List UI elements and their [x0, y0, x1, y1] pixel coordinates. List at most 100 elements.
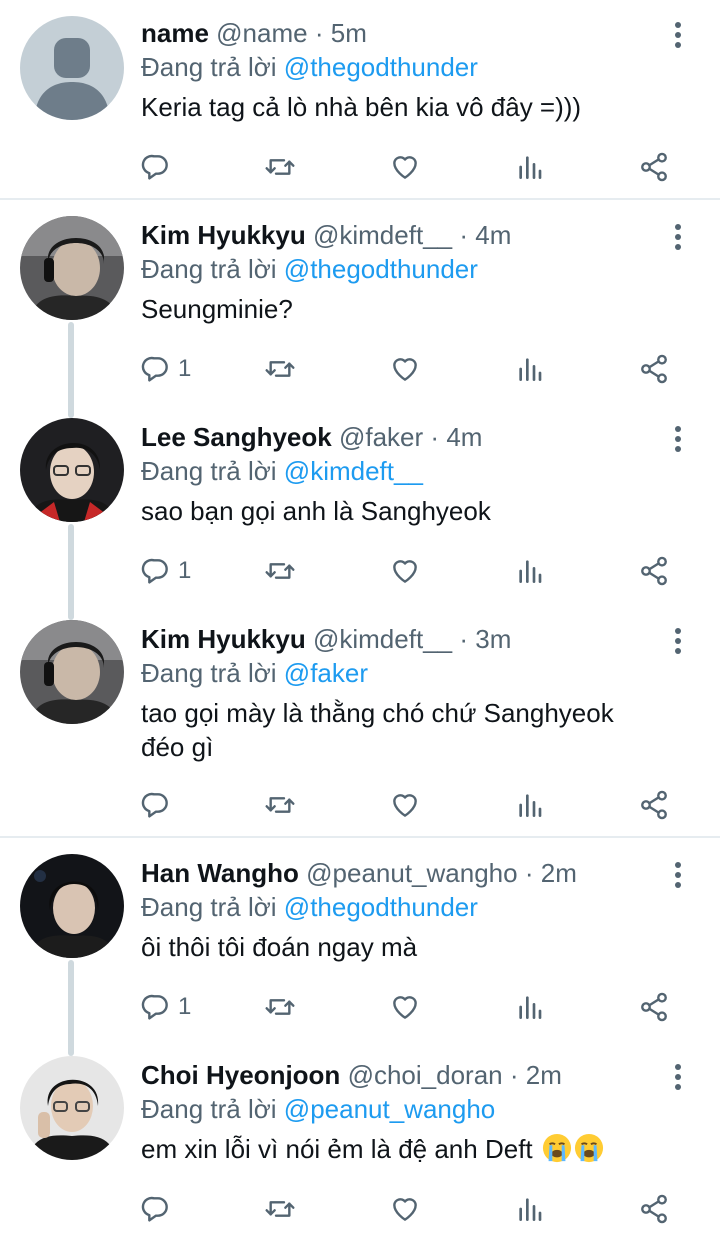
retweet-button[interactable] — [264, 349, 296, 389]
reply-button[interactable] — [140, 147, 178, 187]
timestamp[interactable]: 4m — [446, 422, 482, 452]
tweet-header: Kim Hyukkyu @kimdeft__ · 4m — [141, 218, 660, 252]
tweet[interactable]: Kim Hyukkyu @kimdeft__ · 4m Đang trả lời… — [0, 200, 720, 402]
replying-prefix: Đang trả lời — [141, 254, 277, 284]
avatar[interactable] — [20, 854, 124, 958]
reply-button[interactable]: 1 — [140, 987, 191, 1027]
display-name[interactable]: Choi Hyeonjoon — [141, 1060, 340, 1090]
tweet-header: Lee Sanghyeok @faker · 4m — [141, 420, 660, 454]
share-button[interactable] — [638, 1189, 670, 1229]
more-options-icon[interactable] — [670, 424, 686, 454]
replying-prefix: Đang trả lời — [141, 52, 277, 82]
timestamp[interactable]: 3m — [475, 624, 511, 654]
reply-icon — [141, 792, 168, 818]
retweet-button[interactable] — [264, 551, 296, 591]
like-button[interactable] — [389, 987, 421, 1027]
tweet-actions: 1 — [140, 987, 680, 1027]
user-handle[interactable]: @choi_doran — [348, 1060, 503, 1090]
stats-button[interactable] — [514, 1189, 546, 1229]
like-button[interactable] — [389, 551, 421, 591]
share-button[interactable] — [638, 551, 670, 591]
heart-icon — [393, 794, 417, 817]
avatar[interactable] — [20, 620, 124, 724]
like-button[interactable] — [389, 349, 421, 389]
more-options-icon[interactable] — [670, 20, 686, 50]
more-options-icon[interactable] — [670, 222, 686, 252]
display-name[interactable]: Kim Hyukkyu — [141, 220, 306, 250]
timestamp[interactable]: 5m — [331, 18, 367, 48]
tweet[interactable]: Lee Sanghyeok @faker · 4m Đang trả lời @… — [0, 402, 720, 604]
reply-count: 1 — [178, 355, 192, 382]
user-handle[interactable]: @peanut_wangho — [306, 858, 517, 888]
mention-link[interactable]: @kimdeft__ — [284, 456, 423, 486]
tweet[interactable]: Kim Hyukkyu @kimdeft__ · 3m Đang trả lời… — [0, 604, 720, 838]
share-button[interactable] — [638, 147, 670, 187]
mention-link[interactable]: @thegodthunder — [284, 254, 478, 284]
tweet-header: Choi Hyeonjoon @choi_doran · 2m — [141, 1058, 660, 1092]
user-handle[interactable]: @kimdeft__ — [313, 624, 452, 654]
tweet-header: name @name · 5m — [141, 16, 660, 50]
reply-button[interactable]: 1 — [140, 551, 191, 591]
tweet[interactable]: Choi Hyeonjoon @choi_doran · 2m Đang trả… — [0, 1040, 720, 1239]
separator-dot: · — [524, 858, 534, 888]
tweet[interactable]: Han Wangho @peanut_wangho · 2m Đang trả … — [0, 838, 720, 1040]
avatar[interactable] — [20, 1056, 124, 1160]
mention-link[interactable]: @thegodthunder — [284, 52, 478, 82]
reply-icon — [141, 994, 168, 1020]
tweet[interactable]: name @name · 5m Đang trả lời @thegodthun… — [0, 0, 720, 198]
display-name[interactable]: name — [141, 18, 209, 48]
stats-button[interactable] — [514, 551, 546, 591]
separator-dot: · — [459, 624, 468, 654]
reply-button[interactable] — [140, 785, 178, 825]
tweet-actions: 1 — [140, 349, 680, 389]
reply-icon — [141, 558, 168, 584]
avatar[interactable] — [20, 16, 124, 120]
display-name[interactable]: Lee Sanghyeok — [141, 422, 332, 452]
reply-button[interactable]: 1 — [140, 349, 191, 389]
stats-button[interactable] — [514, 987, 546, 1027]
mention-link[interactable]: @faker — [284, 658, 368, 688]
tweet-actions: 1 — [140, 551, 680, 591]
more-options-icon[interactable] — [670, 626, 686, 656]
share-button[interactable] — [638, 785, 670, 825]
separator-dot: · — [509, 1060, 519, 1090]
tweet-text: em xin lỗi vì nói ẻm là đệ anh Deft — [141, 1132, 660, 1166]
retweet-button[interactable] — [264, 785, 296, 825]
display-name[interactable]: Han Wangho — [141, 858, 299, 888]
user-handle[interactable]: @name — [216, 18, 307, 48]
timestamp[interactable]: 2m — [526, 1060, 562, 1090]
timestamp[interactable]: 4m — [475, 220, 511, 250]
share-button[interactable] — [638, 349, 670, 389]
display-name[interactable]: Kim Hyukkyu — [141, 624, 306, 654]
stats-icon — [519, 1198, 542, 1221]
stats-button[interactable] — [514, 785, 546, 825]
separator-dot: · — [314, 18, 324, 48]
replying-to: Đang trả lời @kimdeft__ — [141, 454, 660, 488]
share-icon — [641, 556, 667, 586]
retweet-button[interactable] — [264, 1189, 296, 1229]
mention-link[interactable]: @peanut_wangho — [284, 1094, 495, 1124]
user-handle[interactable]: @faker — [339, 422, 423, 452]
loudly-crying-face-emoji — [574, 1133, 603, 1163]
stats-icon — [519, 560, 542, 583]
mention-link[interactable]: @thegodthunder — [284, 892, 478, 922]
more-options-icon[interactable] — [670, 860, 686, 890]
like-button[interactable] — [389, 1189, 421, 1229]
stats-icon — [519, 156, 542, 179]
stats-button[interactable] — [514, 349, 546, 389]
share-icon — [641, 992, 667, 1022]
stats-button[interactable] — [514, 147, 546, 187]
tweet-text: Seungminie? — [141, 294, 293, 324]
reply-button[interactable] — [140, 1189, 178, 1229]
avatar[interactable] — [20, 418, 124, 522]
like-button[interactable] — [389, 147, 421, 187]
more-options-icon[interactable] — [670, 1062, 686, 1092]
reply-icon — [141, 1196, 168, 1222]
user-handle[interactable]: @kimdeft__ — [313, 220, 452, 250]
retweet-button[interactable] — [264, 147, 296, 187]
timestamp[interactable]: 2m — [541, 858, 577, 888]
like-button[interactable] — [389, 785, 421, 825]
share-button[interactable] — [638, 987, 670, 1027]
retweet-button[interactable] — [264, 987, 296, 1027]
avatar[interactable] — [20, 216, 124, 320]
